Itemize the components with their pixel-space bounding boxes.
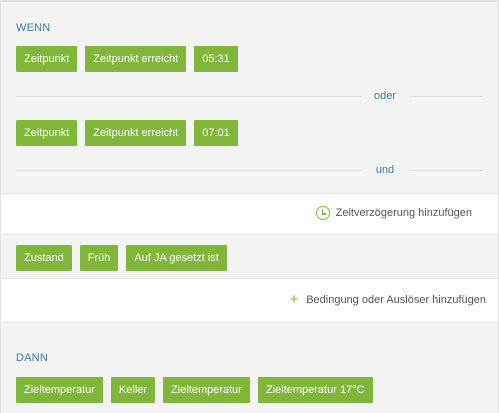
add-condition-band: + Bedingung oder Auslöser hinzufügen xyxy=(1,278,498,323)
condition-row: Zustand Früh Auf JA gesetzt ist xyxy=(16,245,227,271)
trigger-2-time-chip[interactable]: 07:01 xyxy=(194,120,238,146)
action-parameter-chip[interactable]: Zieltemperatur xyxy=(163,377,250,403)
dann-section-label: DANN xyxy=(16,352,48,364)
wenn-section-label: WENN xyxy=(16,22,51,34)
and-separator: und xyxy=(16,163,483,177)
trigger-2-condition-chip[interactable]: Zeitpunkt erreicht xyxy=(85,120,187,146)
delay-band: Zeitverzögerung hinzufügen xyxy=(1,193,498,235)
trigger-1-type-chip[interactable]: Zeitpunkt xyxy=(16,46,78,72)
condition-variable-chip[interactable]: Früh xyxy=(79,245,119,271)
separator-line xyxy=(409,96,483,97)
separator-line xyxy=(16,170,361,171)
action-row: Zieltemperatur Keller Zieltemperatur Zie… xyxy=(16,377,373,403)
add-condition-label: Bedingung oder Auslöser hinzufügen xyxy=(306,294,486,306)
or-separator: oder xyxy=(16,89,483,103)
action-room-chip[interactable]: Keller xyxy=(110,377,156,403)
and-label: und xyxy=(375,164,395,176)
add-condition-button[interactable]: + Bedingung oder Auslöser hinzufügen xyxy=(288,291,486,308)
add-delay-button[interactable]: Zeitverzögerung hinzufügen xyxy=(315,206,472,220)
condition-state-chip[interactable]: Auf JA gesetzt ist xyxy=(126,245,227,271)
trigger-row-2: Zeitpunkt Zeitpunkt erreicht 07:01 xyxy=(16,120,238,146)
trigger-1-time-chip[interactable]: 05:31 xyxy=(194,46,238,72)
or-label: oder xyxy=(373,90,397,102)
action-value-chip[interactable]: Zieltemperatur 17°C xyxy=(257,377,373,403)
top-border xyxy=(0,0,499,2)
condition-type-chip[interactable]: Zustand xyxy=(16,245,72,271)
trigger-row-1: Zeitpunkt Zeitpunkt erreicht 05:31 xyxy=(16,46,238,72)
separator-line xyxy=(409,170,483,171)
trigger-1-condition-chip[interactable]: Zeitpunkt erreicht xyxy=(85,46,187,72)
separator-line xyxy=(16,96,361,97)
plus-icon: + xyxy=(289,291,299,308)
clock-icon xyxy=(315,206,330,220)
trigger-2-type-chip[interactable]: Zeitpunkt xyxy=(16,120,78,146)
action-type-chip[interactable]: Zieltemperatur xyxy=(16,377,103,403)
add-delay-label: Zeitverzögerung hinzufügen xyxy=(335,207,472,219)
